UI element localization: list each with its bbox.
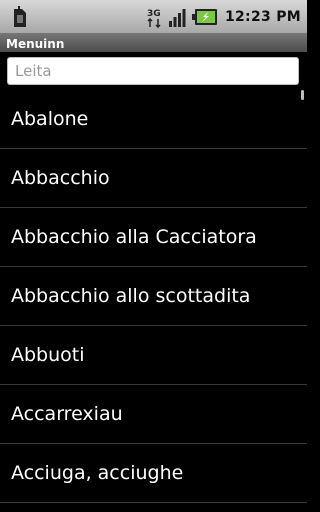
sim-card-icon bbox=[14, 6, 26, 27]
list-item[interactable]: Abbuoti bbox=[0, 326, 307, 385]
list-item-label: Abbuoti bbox=[11, 344, 85, 366]
list-item-label: Abbacchio bbox=[11, 167, 110, 189]
data-3g-icon: 3G bbox=[147, 9, 161, 28]
list-item[interactable]: Abalone bbox=[0, 90, 307, 149]
list-item[interactable]: Abbacchio allo scottadita bbox=[0, 267, 307, 326]
svg-text:3G: 3G bbox=[147, 9, 161, 19]
status-clock: 12:23 PM bbox=[224, 8, 301, 25]
search-input[interactable] bbox=[7, 57, 299, 85]
list-item[interactable]: Abbacchio bbox=[0, 149, 307, 208]
list-item-label: Abbacchio allo scottadita bbox=[11, 285, 251, 307]
search-area bbox=[0, 52, 307, 90]
signal-strength-icon bbox=[168, 8, 186, 27]
list-item[interactable]: Acciuga, acciughe bbox=[0, 444, 307, 503]
list-item-label: Abalone bbox=[11, 108, 89, 130]
title-bar: Menuinn bbox=[0, 33, 307, 52]
scrollbar-thumb[interactable] bbox=[301, 90, 304, 100]
status-bar: 3G 12:23 PM bbox=[0, 0, 307, 33]
status-icons: 3G 12:23 PM bbox=[142, 0, 301, 33]
list-item-label: Acciuga, acciughe bbox=[11, 462, 184, 484]
app-screen: 3G 12:23 PM Menuinn Aba bbox=[0, 0, 307, 512]
list-item-label: Abbacchio alla Cacciatora bbox=[11, 226, 257, 248]
menu-list[interactable]: Abalone Abbacchio Abbacchio alla Cacciat… bbox=[0, 90, 307, 512]
list-item-label: Accarrexiau bbox=[11, 403, 123, 425]
list-item[interactable]: Accarrexiau bbox=[0, 385, 307, 444]
battery-charging-icon bbox=[191, 8, 217, 25]
page-title: Menuinn bbox=[6, 37, 65, 51]
list-item[interactable]: Abbacchio alla Cacciatora bbox=[0, 208, 307, 267]
